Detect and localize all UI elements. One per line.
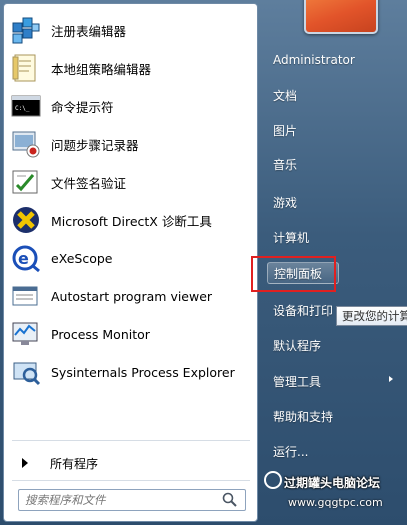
divider	[12, 440, 250, 441]
watermark-logo-icon	[264, 471, 282, 489]
all-programs-button[interactable]: 所有程序	[12, 450, 250, 476]
triangle-right-icon	[22, 458, 28, 468]
program-directx[interactable]: Microsoft DirectX 诊断工具	[10, 202, 252, 238]
group-policy-editor-icon	[10, 52, 42, 84]
program-label: eXeScope	[51, 250, 113, 266]
divider	[12, 480, 250, 481]
program-label: 问题步骤记录器	[51, 137, 139, 153]
program-label: 文件签名验证	[51, 175, 127, 191]
program-label: Microsoft DirectX 诊断工具	[51, 213, 212, 229]
program-registry-editor[interactable]: 注册表编辑器	[10, 12, 252, 48]
watermark: 过期罐头电脑论坛 www.gqgtpc.com	[262, 468, 407, 516]
exescope-icon: e	[10, 242, 42, 274]
right-item-admin-tools[interactable]: 管理工具	[267, 370, 397, 392]
right-item-pictures[interactable]: 图片	[267, 119, 397, 141]
program-exescope[interactable]: e eXeScope	[10, 240, 252, 276]
program-command-prompt[interactable]: C:\_ 命令提示符	[10, 88, 252, 124]
right-item-documents[interactable]: 文档	[267, 84, 397, 106]
user-avatar[interactable]	[304, 0, 378, 34]
watermark-title: 过期罐头电脑论坛	[284, 476, 381, 490]
all-programs-label: 所有程序	[50, 456, 99, 471]
process-monitor-icon	[10, 318, 42, 350]
start-menu-left-pane: 注册表编辑器 本地组策略编辑器 C:\_ 命令提示符 问题步骤记录器 文件签名验…	[3, 3, 258, 522]
highlight-annotation-box	[251, 256, 336, 292]
program-group-policy-editor[interactable]: 本地组策略编辑器	[10, 50, 252, 86]
right-item-games[interactable]: 游戏	[267, 191, 397, 213]
right-item-run[interactable]: 运行...	[267, 440, 397, 462]
program-label: Process Monitor	[51, 326, 150, 342]
program-label: Autostart program viewer	[51, 288, 213, 304]
program-file-signature[interactable]: 文件签名验证	[10, 164, 252, 200]
file-signature-icon	[10, 166, 42, 198]
submenu-arrow-icon	[389, 376, 393, 382]
program-label: 本地组策略编辑器	[51, 61, 152, 77]
search-icon[interactable]	[221, 491, 239, 509]
command-prompt-icon: C:\_	[10, 90, 42, 122]
program-autostart-viewer[interactable]: Autostart program viewer	[10, 278, 252, 314]
program-label: 命令提示符	[51, 99, 114, 115]
right-item-help-support[interactable]: 帮助和支持	[267, 405, 397, 427]
right-item-music[interactable]: 音乐	[267, 153, 397, 175]
program-process-explorer[interactable]: Sysinternals Process Explorer	[10, 354, 252, 390]
right-item-administrator[interactable]: Administrator	[267, 49, 397, 71]
process-explorer-icon	[10, 356, 42, 388]
right-item-default-programs[interactable]: 默认程序	[267, 334, 397, 356]
search-box[interactable]	[18, 489, 246, 511]
right-item-computer[interactable]: 计算机	[267, 226, 397, 248]
steps-recorder-icon	[10, 128, 42, 160]
program-label: 注册表编辑器	[51, 23, 127, 39]
autostart-viewer-icon	[10, 280, 42, 312]
directx-icon	[10, 204, 42, 236]
svg-text:e: e	[18, 249, 29, 268]
search-input[interactable]	[19, 492, 221, 508]
program-process-monitor[interactable]: Process Monitor	[10, 316, 252, 352]
program-label: Sysinternals Process Explorer	[51, 364, 235, 380]
svg-text:C:\_: C:\_	[15, 105, 30, 112]
watermark-url: www.gqgtpc.com	[288, 496, 383, 509]
program-steps-recorder[interactable]: 问题步骤记录器	[10, 126, 252, 162]
registry-editor-icon	[10, 14, 42, 46]
tooltip: 更改您的计算	[336, 306, 407, 326]
